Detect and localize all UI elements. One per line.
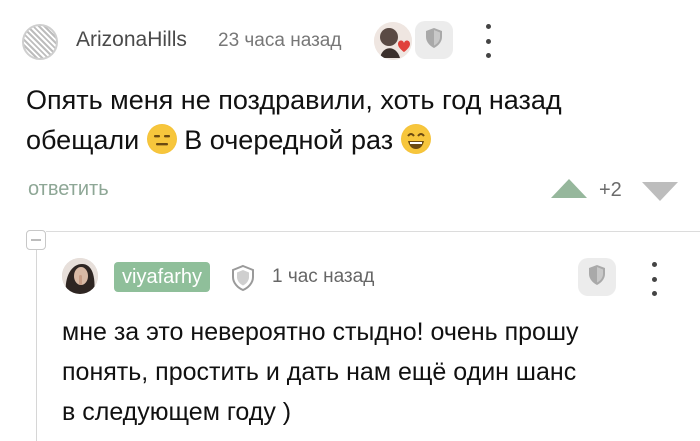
comment-text: Опять меня не поздравили, хоть год назад… [26, 80, 646, 160]
reply-time[interactable]: 1 час назад [272, 266, 374, 288]
collapse-thread-button[interactable] [26, 230, 46, 250]
upvote-icon[interactable] [551, 179, 587, 198]
author-avatar[interactable] [374, 22, 412, 60]
reply-more-options-button[interactable] [648, 262, 660, 296]
comment-text-line2-start: обещали [26, 125, 140, 155]
shield-icon [587, 264, 607, 291]
expressionless-face-icon [146, 124, 177, 154]
more-options-button[interactable] [482, 24, 494, 58]
verified-shield-icon [230, 264, 256, 297]
reply-author-avatar[interactable] [62, 258, 98, 294]
shield-icon [424, 27, 444, 54]
reply-author-badge[interactable]: viyafarhy [114, 262, 211, 292]
reply-link[interactable]: ответить [28, 178, 109, 201]
comment-score: +2 [599, 179, 622, 201]
grinning-face-icon [400, 124, 431, 154]
reply-text-line3: в следующем году ) [62, 398, 292, 426]
reply-moderation-shield-button[interactable] [578, 258, 616, 296]
moderation-shield-button[interactable] [415, 21, 453, 59]
downvote-icon[interactable] [642, 182, 678, 201]
thread-line[interactable] [36, 250, 37, 441]
comment-author[interactable]: ArizonaHills [76, 28, 187, 52]
comment-text-line1: Опять меня не поздравили, хоть год назад [26, 85, 562, 115]
reply-text-line1: мне за это невероятно стыдно! очень прош… [62, 318, 579, 346]
reply-text: мне за это невероятно стыдно! очень прош… [62, 312, 682, 432]
comment-time[interactable]: 23 часа назад [218, 30, 341, 52]
reply-text-line2: понять, простить и дать нам ещё один шан… [62, 358, 577, 386]
thread-divider [46, 231, 700, 232]
comment-text-line2-end: В очередной раз [184, 125, 394, 155]
avatar[interactable] [22, 24, 58, 60]
